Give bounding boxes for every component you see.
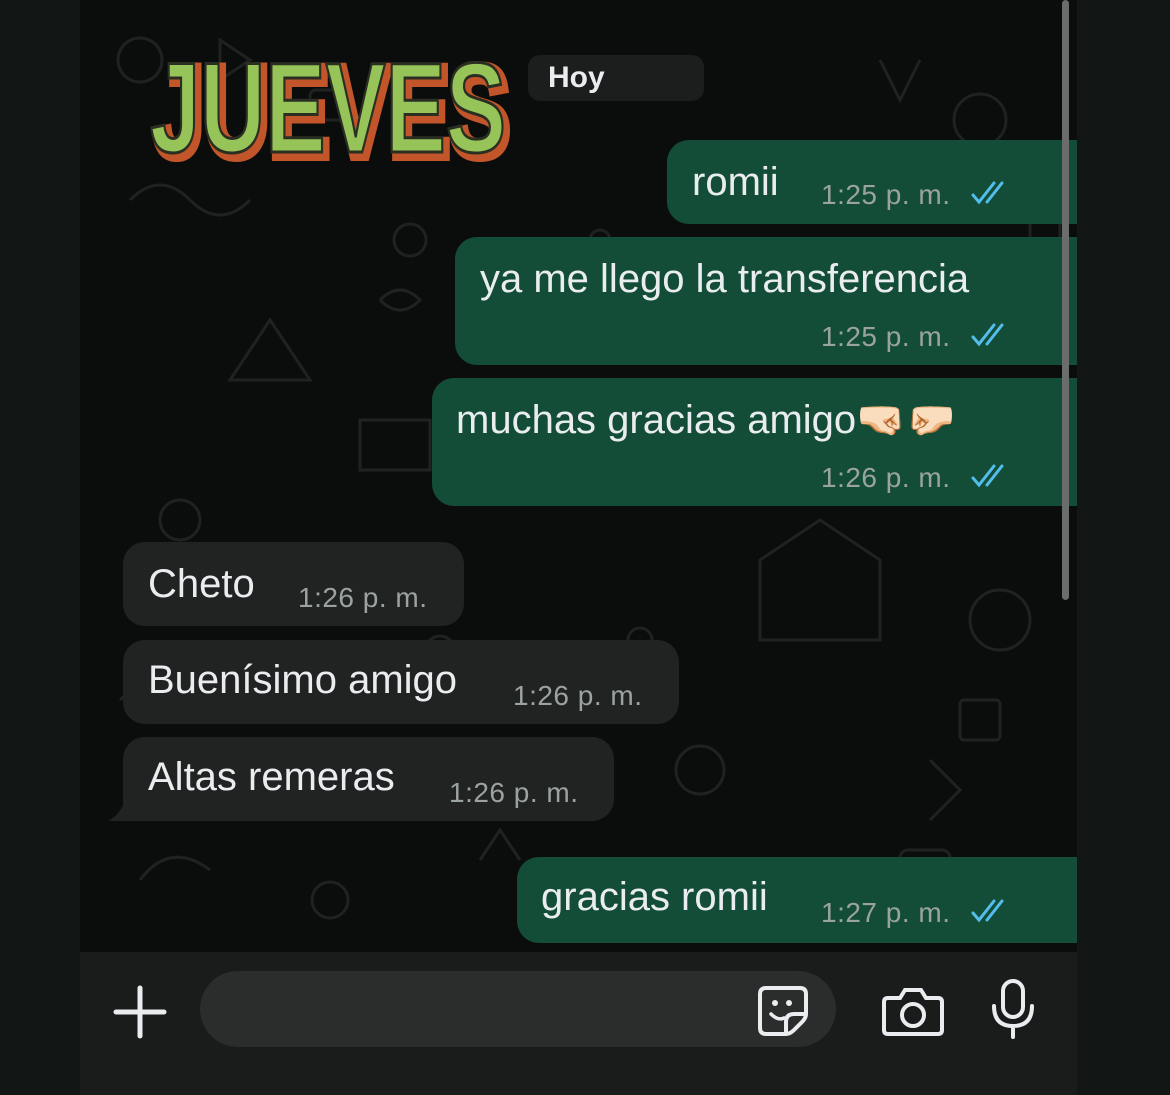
message-bubble-outgoing[interactable]: romii 1:25 p. m. <box>667 140 1077 224</box>
message-text: romii <box>692 160 779 204</box>
chat-area[interactable]: JUEVES JUEVES Hoy romii 1:25 p. m. ya me… <box>80 0 1077 952</box>
microphone-icon[interactable] <box>990 978 1036 1040</box>
message-time: 1:25 p. m. <box>821 321 951 352</box>
message-time: 1:26 p. m. <box>298 582 428 613</box>
message-bubble-incoming[interactable]: Cheto 1:26 p. m. <box>123 542 464 626</box>
message-text: ya me llego la transferencia <box>480 257 970 301</box>
message-time: 1:26 p. m. <box>513 680 643 711</box>
message-input[interactable] <box>200 971 836 1047</box>
sticker-icon[interactable] <box>756 984 810 1038</box>
read-ticks-icon <box>971 181 1004 205</box>
plus-icon[interactable] <box>112 984 168 1040</box>
message-bubble-incoming[interactable]: Buenísimo amigo 1:26 p. m. <box>123 640 679 724</box>
message-text: Altas remeras <box>148 755 395 799</box>
message-text: Buenísimo amigo <box>148 658 458 702</box>
message-time: 1:27 p. m. <box>821 897 951 928</box>
message-bubble-outgoing[interactable]: ya me llego la transferencia 1:25 p. m. <box>455 237 1077 365</box>
date-divider: Hoy <box>528 55 704 101</box>
bubble-tail <box>108 799 134 821</box>
read-ticks-icon <box>971 899 1004 923</box>
message-time: 1:26 p. m. <box>449 777 579 808</box>
message-text: Cheto <box>148 562 255 606</box>
message-bubble-outgoing[interactable]: gracias romii 1:27 p. m. <box>517 857 1077 943</box>
scrollbar[interactable] <box>1062 0 1069 600</box>
read-ticks-icon <box>971 464 1004 488</box>
message-time: 1:26 p. m. <box>821 462 951 493</box>
sticker-text: JUEVES <box>150 48 506 168</box>
jueves-sticker: JUEVES JUEVES <box>149 48 516 168</box>
camera-icon[interactable] <box>882 986 944 1036</box>
message-text: gracias romii <box>541 875 768 919</box>
read-ticks-icon <box>971 323 1004 347</box>
message-bubble-incoming[interactable]: Altas remeras 1:26 p. m. <box>123 737 614 821</box>
message-text: muchas gracias amigo🤜🏻🤛🏻 <box>456 398 956 442</box>
message-time: 1:25 p. m. <box>821 179 951 210</box>
message-bubble-outgoing[interactable]: muchas gracias amigo🤜🏻🤛🏻 1:26 p. m. <box>432 378 1077 506</box>
